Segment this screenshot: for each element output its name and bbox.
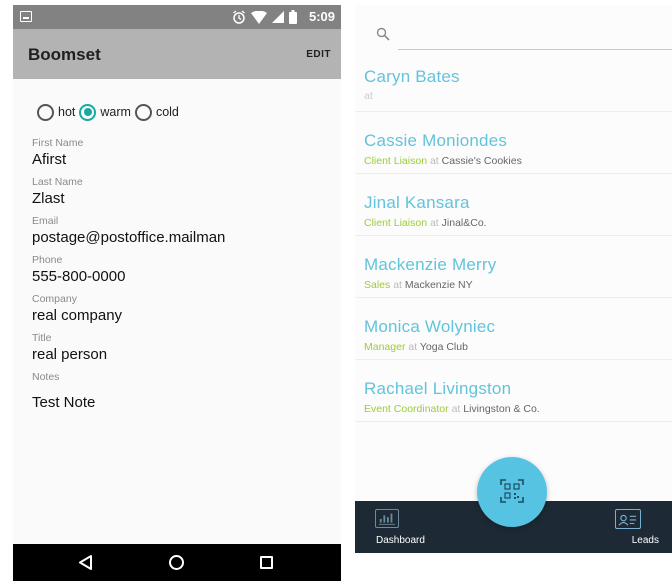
field-label-title: Title	[32, 332, 52, 344]
field-label-company: Company	[32, 293, 77, 305]
contact-name: Jinal Kansara	[364, 193, 470, 212]
contact-at: at	[393, 279, 402, 291]
status-bar: 5:09	[13, 5, 341, 29]
home-icon[interactable]	[169, 555, 184, 570]
radio-hot[interactable]: hot	[37, 103, 76, 121]
contact-detail-screen: 5:09 Boomset EDIT hot warm cold First Na…	[13, 5, 341, 581]
field-value-company: real company	[32, 307, 123, 324]
contact-subtitle: Client Liaison at Cassie's Cookies	[364, 155, 522, 167]
screenshot-root: 5:09 Boomset EDIT hot warm cold First Na…	[0, 0, 672, 583]
contact-name: Mackenzie Merry	[364, 255, 497, 274]
signal-icon	[272, 11, 284, 23]
contact-company: Mackenzie NY	[404, 279, 473, 291]
tab-leads-label: Leads	[631, 535, 659, 546]
contact-name: Caryn Bates	[364, 67, 460, 86]
contact-role: Client Liaison	[364, 155, 428, 167]
field-value-email: postage@postoffice.mailman	[32, 229, 226, 246]
contact-subtitle: Manager at Yoga Club	[364, 341, 468, 353]
search-icon	[376, 27, 390, 41]
contact-name: Monica Wolyniec	[364, 317, 496, 336]
field-label-first-name: First Name	[32, 137, 84, 149]
tab-dashboard-label: Dashboard	[376, 535, 425, 546]
field-label-notes: Notes	[32, 371, 60, 383]
field-label-email: Email	[32, 215, 59, 227]
status-time: 5:09	[308, 9, 335, 24]
contact-name: Cassie Moniondes	[364, 131, 508, 150]
leads-icon	[615, 509, 641, 529]
list-item[interactable]: Rachael Livingston Event Coordinator at …	[355, 360, 672, 422]
app-bar: Boomset EDIT	[13, 29, 341, 79]
list-item[interactable]: Caryn Bates at	[355, 50, 672, 112]
contact-company: Yoga Club	[419, 341, 468, 353]
radio-label: hot	[58, 105, 76, 119]
radio-circle[interactable]	[37, 103, 54, 121]
tab-dashboard[interactable]: Dashboard	[355, 501, 435, 553]
list-item[interactable]: Monica Wolyniec Manager at Yoga Club	[355, 298, 672, 360]
scan-fab-button[interactable]	[477, 457, 547, 527]
contacts-list-screen: Caryn Bates at Cassie Moniondes Client L…	[355, 5, 672, 553]
contact-role: Event Coordinator	[364, 403, 449, 415]
field-value-first-name: Afirst	[32, 151, 67, 168]
contact-company: Cassie's Cookies	[441, 155, 522, 167]
contact-subtitle: at	[364, 90, 373, 102]
contact-at: at	[364, 90, 373, 102]
radio-circle[interactable]	[134, 103, 152, 121]
list-item[interactable]: Mackenzie Merry Sales at Mackenzie NY	[355, 236, 672, 298]
search-bar[interactable]	[372, 24, 672, 52]
app-title: Boomset	[28, 45, 101, 64]
edit-button[interactable]: EDIT	[306, 49, 331, 60]
temperature-radio-group: hot warm cold	[37, 102, 183, 122]
list-item[interactable]: Jinal Kansara Client Liaison at Jinal&Co…	[355, 174, 672, 236]
radio-label: cold	[155, 105, 179, 119]
contact-name: Rachael Livingston	[364, 379, 512, 398]
field-label-phone: Phone	[32, 254, 63, 266]
contact-subtitle: Event Coordinator at Livingston & Co.	[364, 403, 540, 415]
contact-at: at	[429, 217, 439, 229]
contact-role: Client Liaison	[364, 217, 428, 229]
list-item[interactable]: Cassie Moniondes Client Liaison at Cassi…	[355, 112, 672, 174]
contact-subtitle: Client Liaison at Jinal&Co.	[364, 217, 487, 229]
recents-icon[interactable]	[260, 556, 273, 569]
qr-scan-icon	[500, 479, 524, 503]
contact-subtitle: Sales at Mackenzie NY	[364, 279, 473, 291]
field-value-notes: Test Note	[32, 394, 96, 411]
battery-icon	[289, 10, 297, 24]
wifi-icon	[251, 10, 267, 24]
radio-cold[interactable]: cold	[134, 103, 179, 121]
back-icon[interactable]	[78, 555, 93, 570]
contact-fields: First Name Afirst Last Name Zlast Email …	[32, 137, 332, 419]
contact-at: at	[429, 155, 439, 167]
dashboard-icon	[375, 509, 399, 528]
contact-company: Livingston & Co.	[463, 403, 540, 415]
image-icon	[20, 11, 32, 22]
field-value-title: real person	[32, 346, 108, 363]
system-nav-bar	[13, 544, 341, 581]
status-icons	[232, 8, 297, 26]
contact-role: Manager	[364, 341, 406, 353]
contacts-list: Caryn Bates at Cassie Moniondes Client L…	[355, 50, 672, 422]
field-value-last-name: Zlast	[32, 190, 65, 207]
field-value-phone: 555-800-0000	[32, 268, 126, 285]
radio-circle[interactable]	[79, 103, 97, 121]
alarm-icon	[233, 10, 245, 24]
contact-role: Sales	[364, 279, 391, 291]
field-label-last-name: Last Name	[32, 176, 83, 188]
radio-warm[interactable]: warm	[79, 103, 131, 121]
radio-label: warm	[100, 105, 131, 119]
tab-leads[interactable]: Leads	[592, 501, 672, 553]
contact-at: at	[408, 341, 418, 353]
contact-at: at	[451, 403, 461, 415]
contact-company: Jinal&Co.	[441, 217, 487, 229]
